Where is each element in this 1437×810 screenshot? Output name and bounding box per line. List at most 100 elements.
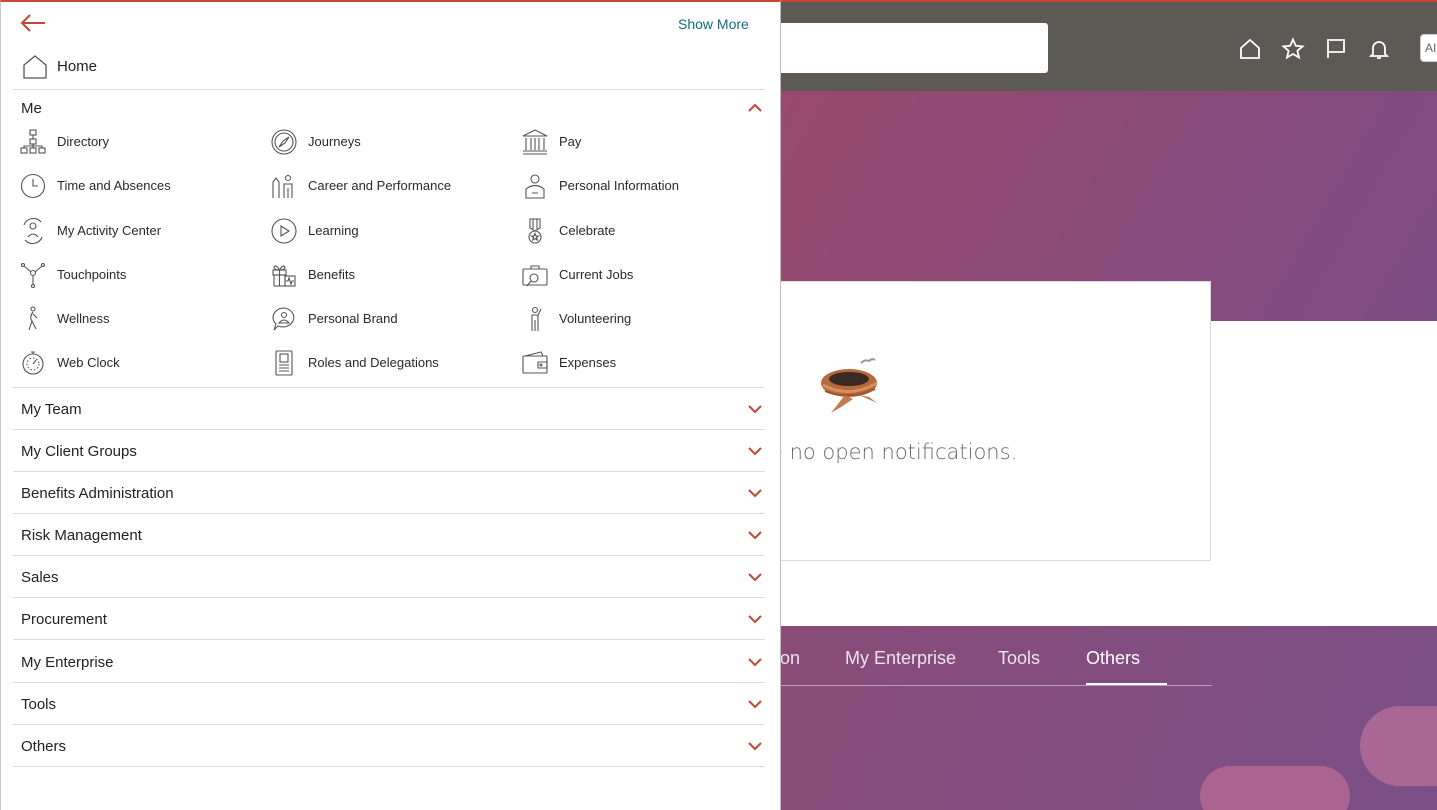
item-label: Time and Absences	[57, 178, 171, 193]
id-card-icon	[275, 350, 293, 376]
group-me-header[interactable]: Me	[13, 90, 765, 126]
cloud-decoration	[1360, 706, 1437, 786]
item-label: Celebrate	[559, 223, 616, 238]
tab-tools[interactable]: Tools	[998, 648, 1040, 669]
directory-icon	[20, 129, 46, 154]
item-label: Directory	[57, 134, 110, 149]
compass-icon	[271, 129, 297, 155]
nav-item-celebrate[interactable]: Celebrate	[515, 215, 755, 249]
nav-item-directory[interactable]: Directory	[13, 126, 253, 160]
nav-item-touchpoints[interactable]: Touchpoints	[13, 259, 253, 293]
active-tab-indicator	[1086, 683, 1167, 685]
group-label: Sales	[21, 569, 59, 586]
item-label: Wellness	[57, 311, 110, 326]
play-icon	[271, 218, 297, 244]
chevron-up-icon	[748, 103, 762, 112]
notifications-card	[760, 281, 1211, 561]
notification-empty-text: e no open notifications.	[770, 440, 1018, 464]
chevron-down-icon	[748, 531, 762, 540]
clock-icon	[20, 173, 46, 199]
tab-partial[interactable]: on	[780, 648, 800, 669]
empty-nest-icon	[821, 358, 878, 413]
nav-item-benefits[interactable]: Benefits	[264, 259, 504, 293]
stopwatch-icon	[22, 351, 44, 375]
group-label: My Client Groups	[21, 443, 137, 460]
tab-others[interactable]: Others	[1086, 648, 1140, 669]
item-label: Benefits	[308, 267, 355, 282]
item-label: Roles and Delegations	[308, 355, 439, 370]
home-label: Home	[57, 58, 98, 75]
group-label: Tools	[21, 696, 57, 713]
home-icon	[23, 55, 47, 79]
group-label: Benefits Administration	[21, 485, 174, 502]
medal-icon	[528, 218, 542, 244]
group-my-enterprise[interactable]: My Enterprise	[13, 641, 765, 683]
nav-item-career-and-performance[interactable]: Career and Performance	[264, 170, 504, 204]
wallet-icon	[522, 351, 548, 374]
chevron-down-icon	[748, 700, 762, 709]
career-icon	[272, 174, 293, 198]
nav-item-wellness[interactable]: Wellness	[13, 303, 253, 337]
show-more-link[interactable]: Show More	[678, 16, 749, 32]
gift-icon	[272, 265, 296, 287]
me-items-grid: Directory Time and Absences My Activity …	[13, 126, 765, 388]
nav-item-pay[interactable]: Pay	[515, 126, 755, 160]
group-me-label: Me	[21, 100, 42, 117]
nav-item-current-jobs[interactable]: Current Jobs	[515, 259, 755, 293]
activity-icon	[23, 217, 43, 245]
chevron-down-icon	[748, 489, 762, 498]
group-label: My Enterprise	[21, 654, 114, 671]
nav-item-personal-brand[interactable]: Personal Brand	[264, 303, 504, 337]
bank-icon	[522, 129, 548, 155]
cloud-decoration	[1200, 766, 1350, 810]
bell-icon[interactable]	[1366, 36, 1392, 62]
nav-item-time-and-absences[interactable]: Time and Absences	[13, 170, 253, 204]
nav-item-learning[interactable]: Learning	[264, 215, 504, 249]
chevron-down-icon	[748, 658, 762, 667]
item-label: Learning	[308, 223, 359, 238]
nav-item-personal-information[interactable]: Personal Information	[515, 170, 755, 204]
chevron-down-icon	[748, 742, 762, 751]
nav-item-journeys[interactable]: Journeys	[264, 126, 504, 160]
chevron-down-icon	[748, 405, 762, 414]
person-badge-icon	[525, 174, 545, 199]
group-my-client-groups[interactable]: My Client Groups	[13, 430, 765, 472]
group-risk-management[interactable]: Risk Management	[13, 514, 765, 556]
home-icon[interactable]	[1237, 36, 1263, 62]
home-link[interactable]: Home	[13, 50, 765, 90]
group-sales[interactable]: Sales	[13, 556, 765, 598]
nav-item-roles-and-delegations[interactable]: Roles and Delegations	[264, 347, 504, 381]
job-search-icon	[522, 265, 548, 287]
group-my-team[interactable]: My Team	[13, 388, 765, 430]
user-avatar[interactable]: AI	[1420, 34, 1437, 62]
group-benefits-administration[interactable]: Benefits Administration	[13, 472, 765, 514]
group-others[interactable]: Others	[13, 725, 765, 767]
favorites-star-icon[interactable]	[1280, 36, 1306, 62]
group-tools[interactable]: Tools	[13, 683, 765, 725]
tab-my-enterprise[interactable]: My Enterprise	[845, 648, 956, 669]
nav-item-volunteering[interactable]: Volunteering	[515, 303, 755, 337]
item-label: Touchpoints	[57, 267, 127, 282]
item-label: My Activity Center	[57, 223, 162, 238]
item-label: Current Jobs	[559, 267, 634, 282]
group-label: Risk Management	[21, 527, 142, 544]
item-label: Expenses	[559, 355, 617, 370]
item-label: Pay	[559, 134, 582, 149]
group-procurement[interactable]: Procurement	[13, 598, 765, 640]
back-arrow-icon[interactable]	[19, 12, 49, 36]
group-label: My Team	[21, 401, 82, 418]
search-input[interactable]	[760, 23, 1048, 73]
group-label: Others	[21, 738, 67, 755]
nav-item-expenses[interactable]: Expenses	[515, 347, 755, 381]
item-label: Web Clock	[57, 355, 120, 370]
volunteer-icon	[531, 306, 542, 331]
wellness-icon	[28, 306, 38, 331]
nav-item-web-clock[interactable]: Web Clock	[13, 347, 253, 381]
chevron-down-icon	[748, 447, 762, 456]
chevron-down-icon	[748, 615, 762, 624]
item-label: Personal Brand	[308, 311, 398, 326]
item-label: Career and Performance	[308, 178, 452, 193]
nav-item-my-activity-center[interactable]: My Activity Center	[13, 215, 253, 249]
flag-icon[interactable]	[1323, 36, 1349, 62]
speech-person-icon	[272, 307, 295, 331]
